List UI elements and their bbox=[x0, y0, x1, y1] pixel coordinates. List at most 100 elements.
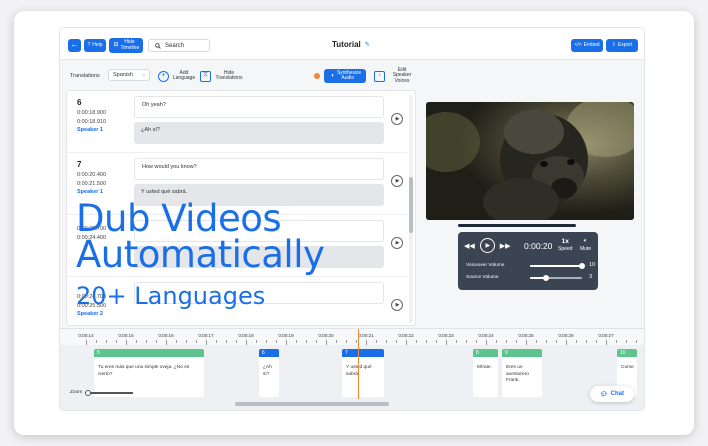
tick-label: 0:00:20 bbox=[318, 333, 334, 338]
tick-mark bbox=[306, 340, 307, 343]
play-button[interactable]: ▶ bbox=[479, 238, 495, 253]
timeline[interactable]: 0:00:14 0:00:15 0:00:16 0:00:17 0:00:18 0:00:… bbox=[60, 328, 644, 410]
tick-mark bbox=[186, 340, 187, 343]
top-bar: ← ? Help ⊟ Hide Timeline Search Tutorial… bbox=[60, 28, 644, 60]
tick-mark bbox=[416, 340, 417, 343]
source-volume-value: 3 bbox=[589, 274, 593, 280]
timeline-block-number: 10 bbox=[617, 349, 637, 357]
tick-label: 0:00:15 bbox=[118, 333, 134, 338]
tick-label: 0:00:23 bbox=[438, 333, 454, 338]
timeline-block-number: 6 bbox=[259, 349, 279, 357]
source-volume-knob[interactable] bbox=[542, 275, 549, 281]
zoom-knob[interactable] bbox=[85, 389, 92, 396]
timeline-block-text: Mírate. bbox=[477, 365, 492, 370]
play-icon: ▶ bbox=[395, 178, 400, 184]
back-button[interactable]: ← bbox=[68, 39, 81, 52]
video-progress-fill bbox=[458, 224, 576, 227]
tick-mark bbox=[626, 340, 627, 343]
edit-speaker-voices-button[interactable]: ♪ Edit Speaker Voices bbox=[374, 68, 416, 83]
tick-mark bbox=[436, 340, 437, 343]
video-progress-bar[interactable] bbox=[458, 224, 576, 227]
play-segment-button[interactable]: ▶ bbox=[391, 113, 403, 125]
speed-button[interactable]: 1x Speed bbox=[558, 238, 572, 253]
timeline-icon: ⊟ bbox=[113, 42, 119, 49]
tick-mark bbox=[496, 340, 497, 343]
synthesize-audio-button[interactable]: ◐ Synthesize Audio bbox=[324, 69, 366, 83]
search-button[interactable]: Search bbox=[148, 39, 210, 52]
plus-icon: + bbox=[158, 70, 169, 82]
segment-meta: 6 0:00:18.900 0:00:18.910 Speaker 1 bbox=[77, 98, 107, 134]
source-text-field[interactable]: Oh yeah? bbox=[134, 96, 384, 118]
tick-label: 0:00:17 bbox=[198, 333, 214, 338]
hide-timeline-button[interactable]: ⊟ Hide Timeline bbox=[109, 38, 143, 53]
translations-label: Translations bbox=[70, 73, 100, 79]
export-button[interactable]: ⇪ Export bbox=[606, 39, 638, 52]
source-text-field[interactable]: How would you know? bbox=[134, 158, 384, 180]
translation-text-field[interactable]: ¿Ah sí? bbox=[134, 122, 384, 144]
tick-mark bbox=[426, 340, 427, 343]
play-segment-button[interactable]: ▶ bbox=[391, 299, 403, 311]
tick-mark bbox=[596, 340, 597, 343]
zoom-control: Zoom bbox=[70, 389, 134, 396]
volume-icon: 🔈︎ bbox=[583, 238, 588, 244]
timeline-block[interactable]: 7 Y usted qué sabrá. bbox=[342, 349, 384, 397]
timeline-scrollbar[interactable] bbox=[235, 402, 389, 406]
tick-mark bbox=[126, 340, 127, 345]
tick-mark bbox=[396, 340, 397, 343]
hide-translations-button[interactable]: 文 Hide Translations bbox=[200, 69, 244, 83]
chat-button[interactable]: 💬︎ Chat bbox=[590, 386, 634, 402]
add-language-button[interactable]: + Add Language bbox=[158, 69, 196, 83]
fast-forward-icon[interactable]: ▶▶ bbox=[500, 242, 511, 250]
voiceover-volume-knob[interactable] bbox=[579, 263, 585, 269]
timeline-block[interactable]: 9 Eres un aventurero Frank. bbox=[502, 349, 542, 397]
play-icon: ▶ bbox=[485, 243, 491, 249]
play-icon: ▶ bbox=[395, 240, 400, 246]
current-time: 0:00:20 bbox=[524, 241, 553, 251]
timeline-block[interactable]: 8 Mírate. bbox=[473, 349, 498, 397]
tick-mark bbox=[366, 340, 367, 345]
playhead[interactable] bbox=[358, 329, 359, 399]
video-preview[interactable] bbox=[426, 102, 634, 220]
tick-mark bbox=[536, 340, 537, 343]
tick-mark bbox=[506, 340, 507, 343]
language-select[interactable]: Spanish ⌄ bbox=[108, 69, 150, 81]
chat-icon: 💬︎ bbox=[600, 391, 608, 398]
segment-row: 6 0:00:18.900 0:00:18.910 Speaker 1 Oh y… bbox=[67, 91, 407, 153]
timeline-block-text: Eres un aventurero Frank. bbox=[506, 365, 529, 384]
source-volume-slider[interactable] bbox=[530, 275, 582, 281]
tick-label: 0:00:14 bbox=[78, 333, 94, 338]
tick-label: 0:00:25 bbox=[518, 333, 534, 338]
mute-button[interactable]: 🔈︎ Mute bbox=[580, 238, 591, 252]
project-title[interactable]: Tutorial ✎ bbox=[332, 40, 370, 49]
tick-mark bbox=[206, 340, 207, 345]
tick-mark bbox=[286, 340, 287, 345]
translate-icon: 文 bbox=[200, 70, 211, 82]
play-segment-button[interactable]: ▶ bbox=[391, 237, 403, 249]
help-button[interactable]: ? Help bbox=[84, 39, 106, 52]
tick-mark bbox=[336, 340, 337, 343]
tick-mark bbox=[376, 340, 377, 343]
timeline-ruler[interactable]: 0:00:14 0:00:15 0:00:16 0:00:17 0:00:18 0:00:… bbox=[60, 329, 644, 345]
segments-scrollbar[interactable] bbox=[409, 95, 413, 323]
voiceover-volume-value: 10 bbox=[589, 262, 596, 268]
segment-meta: 7 0:00:20.400 0:00:21.500 Speaker 1 bbox=[77, 160, 107, 196]
player-controls: ◀◀ ▶ ▶▶ 0:00:20 1x Speed 🔈︎ Mute Voiceov… bbox=[458, 232, 598, 290]
speaker-icon: ♪ bbox=[374, 70, 385, 82]
rewind-icon[interactable]: ◀◀ bbox=[464, 242, 475, 250]
zoom-slider[interactable] bbox=[85, 389, 134, 396]
tick-label: 0:00:18 bbox=[238, 333, 254, 338]
tick-mark bbox=[246, 340, 247, 345]
scroll-thumb[interactable] bbox=[409, 177, 413, 233]
pencil-icon[interactable]: ✎ bbox=[365, 41, 370, 48]
tick-mark bbox=[356, 340, 357, 343]
tick-mark bbox=[476, 340, 477, 343]
timeline-block[interactable]: 6 ¿Ah sí? bbox=[259, 349, 279, 397]
overlay-line-2: Automatically bbox=[76, 233, 325, 276]
voiceover-volume-slider[interactable] bbox=[530, 263, 585, 269]
tick-mark bbox=[406, 340, 407, 345]
video-frame-image bbox=[426, 102, 634, 220]
play-segment-button[interactable]: ▶ bbox=[391, 175, 403, 187]
embed-button[interactable]: </> Embed bbox=[571, 39, 603, 52]
tick-label: 0:00:26 bbox=[558, 333, 574, 338]
overlay-line-1: Dub Videos bbox=[76, 197, 282, 240]
